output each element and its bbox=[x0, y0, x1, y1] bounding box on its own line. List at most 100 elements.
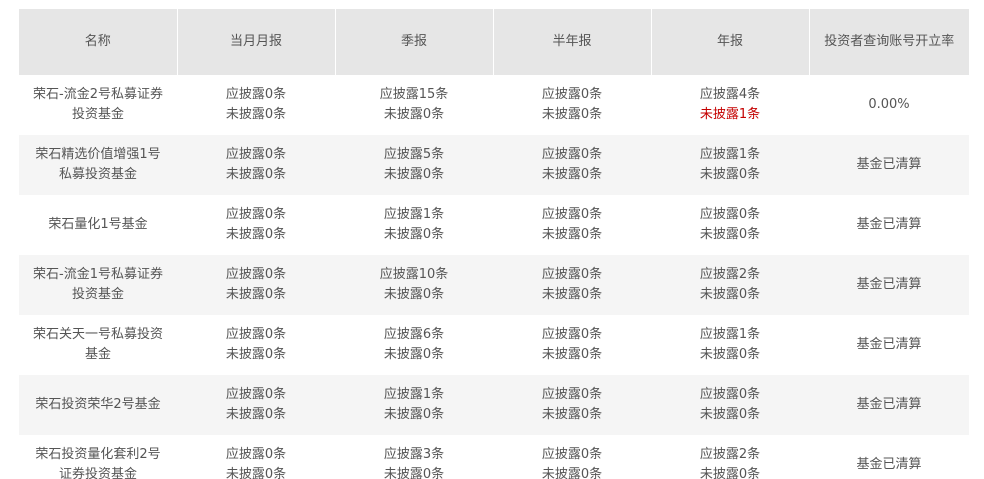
required-disclosure-count: 应披露0条 bbox=[225, 267, 287, 282]
fund-name: 荣石-流金1号私募证券投资基金 bbox=[33, 267, 163, 302]
account-rate-value: 基金已清算 bbox=[856, 457, 922, 472]
required-disclosure-count: 应披露6条 bbox=[383, 327, 445, 342]
required-disclosure-count: 应披露1条 bbox=[699, 147, 761, 162]
monthly-report-cell: 应披露0条 未披露0条 bbox=[177, 75, 335, 135]
fund-name-cell: 荣石投资量化套利2号证券投资基金 bbox=[19, 435, 177, 479]
fund-name-cell: 荣石-流金1号私募证券投资基金 bbox=[19, 255, 177, 315]
required-disclosure-count: 应披露0条 bbox=[541, 447, 603, 462]
undisclosed-count: 未披露1条 bbox=[699, 107, 761, 122]
undisclosed-count: 未披露0条 bbox=[383, 347, 445, 362]
account-rate-cell: 基金已清算 bbox=[809, 195, 969, 255]
undisclosed-count: 未披露0条 bbox=[383, 227, 445, 242]
column-header-account-rate: 投资者查询账号开立率 bbox=[809, 9, 969, 75]
required-disclosure-count: 应披露3条 bbox=[383, 447, 445, 462]
fund-name: 荣石投资荣华2号基金 bbox=[35, 397, 161, 412]
account-rate-cell: 基金已清算 bbox=[809, 435, 969, 479]
required-disclosure-count: 应披露0条 bbox=[541, 327, 603, 342]
monthly-report-cell: 应披露0条 未披露0条 bbox=[177, 315, 335, 375]
column-header-name: 名称 bbox=[19, 9, 178, 75]
fund-name-cell: 荣石投资荣华2号基金 bbox=[19, 375, 177, 435]
undisclosed-count: 未披露0条 bbox=[225, 227, 287, 242]
required-disclosure-count: 应披露0条 bbox=[541, 267, 603, 282]
undisclosed-count: 未披露0条 bbox=[541, 347, 603, 362]
fund-name: 荣石量化1号基金 bbox=[48, 217, 148, 232]
required-disclosure-count: 应披露0条 bbox=[225, 147, 287, 162]
required-disclosure-count: 应披露0条 bbox=[225, 447, 287, 462]
undisclosed-count: 未披露0条 bbox=[541, 407, 603, 422]
undisclosed-count: 未披露0条 bbox=[541, 287, 603, 302]
disclosure-table-container: 名称 当月月报 季报 半年报 年报 投资者查询账号开立率 荣石-流金2号私募证券… bbox=[19, 9, 969, 479]
undisclosed-count: 未披露0条 bbox=[699, 347, 761, 362]
fund-name-cell: 荣石关天一号私募投资基金 bbox=[19, 315, 177, 375]
table-row: 荣石投资荣华2号基金 应披露0条 未披露0条 应披露1条 未披露0条 应披露0条 未披露0条… bbox=[19, 375, 969, 435]
required-disclosure-count: 应披露2条 bbox=[699, 447, 761, 462]
semiannual-report-cell: 应披露0条未披露0条 bbox=[493, 315, 651, 375]
table-row: 荣石量化1号基金 应披露0条 未披露0条 应披露1条 未披露0条 应披露0条 未披露0条 应披… bbox=[19, 195, 969, 255]
annual-report-cell: 应披露2条未披露0条 bbox=[651, 255, 809, 315]
header-row: 名称 当月月报 季报 半年报 年报 投资者查询账号开立率 bbox=[19, 9, 969, 75]
required-disclosure-count: 应披露0条 bbox=[699, 207, 761, 222]
required-disclosure-count: 应披露0条 bbox=[541, 387, 603, 402]
required-disclosure-count: 应披露1条 bbox=[699, 327, 761, 342]
required-disclosure-count: 应披露0条 bbox=[699, 387, 761, 402]
undisclosed-count: 未披露0条 bbox=[225, 287, 287, 302]
fund-name-cell: 荣石-流金2号私募证券投资基金 bbox=[19, 75, 177, 135]
semiannual-report-cell: 应披露0条 未披露0条 bbox=[493, 195, 651, 255]
fund-name: 荣石-流金2号私募证券投资基金 bbox=[33, 87, 163, 122]
column-header-annual: 年报 bbox=[651, 9, 810, 75]
semiannual-report-cell: 应披露0条 未披露0条 bbox=[493, 75, 651, 135]
semiannual-report-cell: 应披露0条 未披露0条 bbox=[493, 135, 651, 195]
undisclosed-count: 未披露0条 bbox=[225, 347, 287, 362]
column-header-monthly: 当月月报 bbox=[177, 9, 336, 75]
required-disclosure-count: 应披露0条 bbox=[225, 87, 287, 102]
undisclosed-count: 未披露0条 bbox=[383, 107, 445, 122]
quarterly-report-cell: 应披露1条未披露0条 bbox=[335, 375, 493, 435]
table-row: 荣石精选价值增强1号私募投资基金 应披露0条 未披露0条 应披露5条 未披露0条 应披露0… bbox=[19, 135, 969, 195]
required-disclosure-count: 应披露1条 bbox=[383, 207, 445, 222]
undisclosed-count: 未披露0条 bbox=[383, 407, 445, 422]
monthly-report-cell: 应披露0条未披露0条 bbox=[177, 195, 335, 255]
quarterly-report-cell: 应披露10条 未披露0条 bbox=[335, 255, 493, 315]
semiannual-report-cell: 应披露0条未披露0条 bbox=[493, 435, 651, 479]
monthly-report-cell: 应披露0条 未披露0条 bbox=[177, 435, 335, 479]
table-header: 名称 当月月报 季报 半年报 年报 投资者查询账号开立率 bbox=[19, 9, 969, 75]
account-rate-cell: 基金已清算 bbox=[809, 135, 969, 195]
undisclosed-count: 未披露0条 bbox=[541, 227, 603, 242]
account-rate-value: 基金已清算 bbox=[856, 397, 922, 412]
fund-name-cell: 荣石量化1号基金 bbox=[19, 195, 177, 255]
undisclosed-count: 未披露0条 bbox=[699, 287, 761, 302]
required-disclosure-count: 应披露15条 bbox=[379, 87, 449, 102]
account-rate-value: 基金已清算 bbox=[856, 157, 922, 172]
column-header-quarterly: 季报 bbox=[335, 9, 494, 75]
required-disclosure-count: 应披露4条 bbox=[699, 87, 761, 102]
annual-report-cell: 应披露1条未披露0条 bbox=[651, 135, 809, 195]
fund-name: 荣石投资量化套利2号证券投资基金 bbox=[35, 447, 161, 479]
required-disclosure-count: 应披露0条 bbox=[225, 207, 287, 222]
required-disclosure-count: 应披露1条 bbox=[383, 387, 445, 402]
monthly-report-cell: 应披露0条 未披露0条 bbox=[177, 135, 335, 195]
account-rate-cell: 基金已清算 bbox=[809, 375, 969, 435]
account-rate-value: 0.00% bbox=[868, 97, 910, 112]
table-row: 荣石-流金1号私募证券投资基金 应披露0条未披露0条 应披露10条 未披露0条 应披露0… bbox=[19, 255, 969, 315]
required-disclosure-count: 应披露2条 bbox=[699, 267, 761, 282]
undisclosed-count: 未披露0条 bbox=[383, 467, 445, 479]
account-rate-cell: 0.00% bbox=[809, 75, 969, 135]
required-disclosure-count: 应披露5条 bbox=[383, 147, 445, 162]
table-row: 荣石投资量化套利2号证券投资基金 应披露0条 未披露0条 应披露3条 未披露0条 应披露0… bbox=[19, 435, 969, 479]
undisclosed-count: 未披露0条 bbox=[383, 167, 445, 182]
undisclosed-count: 未披露0条 bbox=[225, 407, 287, 422]
semiannual-report-cell: 应披露0条未披露0条 bbox=[493, 375, 651, 435]
quarterly-report-cell: 应披露5条未披露0条 bbox=[335, 135, 493, 195]
required-disclosure-count: 应披露0条 bbox=[225, 387, 287, 402]
undisclosed-count: 未披露0条 bbox=[541, 467, 603, 479]
quarterly-report-cell: 应披露3条未披露0条 bbox=[335, 435, 493, 479]
annual-report-cell: 应披露4条未披露1条 bbox=[651, 75, 809, 135]
undisclosed-count: 未披露0条 bbox=[699, 167, 761, 182]
column-header-semiannual: 半年报 bbox=[493, 9, 652, 75]
required-disclosure-count: 应披露0条 bbox=[541, 87, 603, 102]
table-row: 荣石关天一号私募投资基金 应披露0条 未披露0条 应披露6条 未披露0条 应披露0条 未披露… bbox=[19, 315, 969, 375]
monthly-report-cell: 应披露0条未披露0条 bbox=[177, 375, 335, 435]
fund-name-cell: 荣石精选价值增强1号私募投资基金 bbox=[19, 135, 177, 195]
undisclosed-count: 未披露0条 bbox=[699, 467, 761, 479]
fund-name: 荣石关天一号私募投资基金 bbox=[32, 327, 163, 362]
